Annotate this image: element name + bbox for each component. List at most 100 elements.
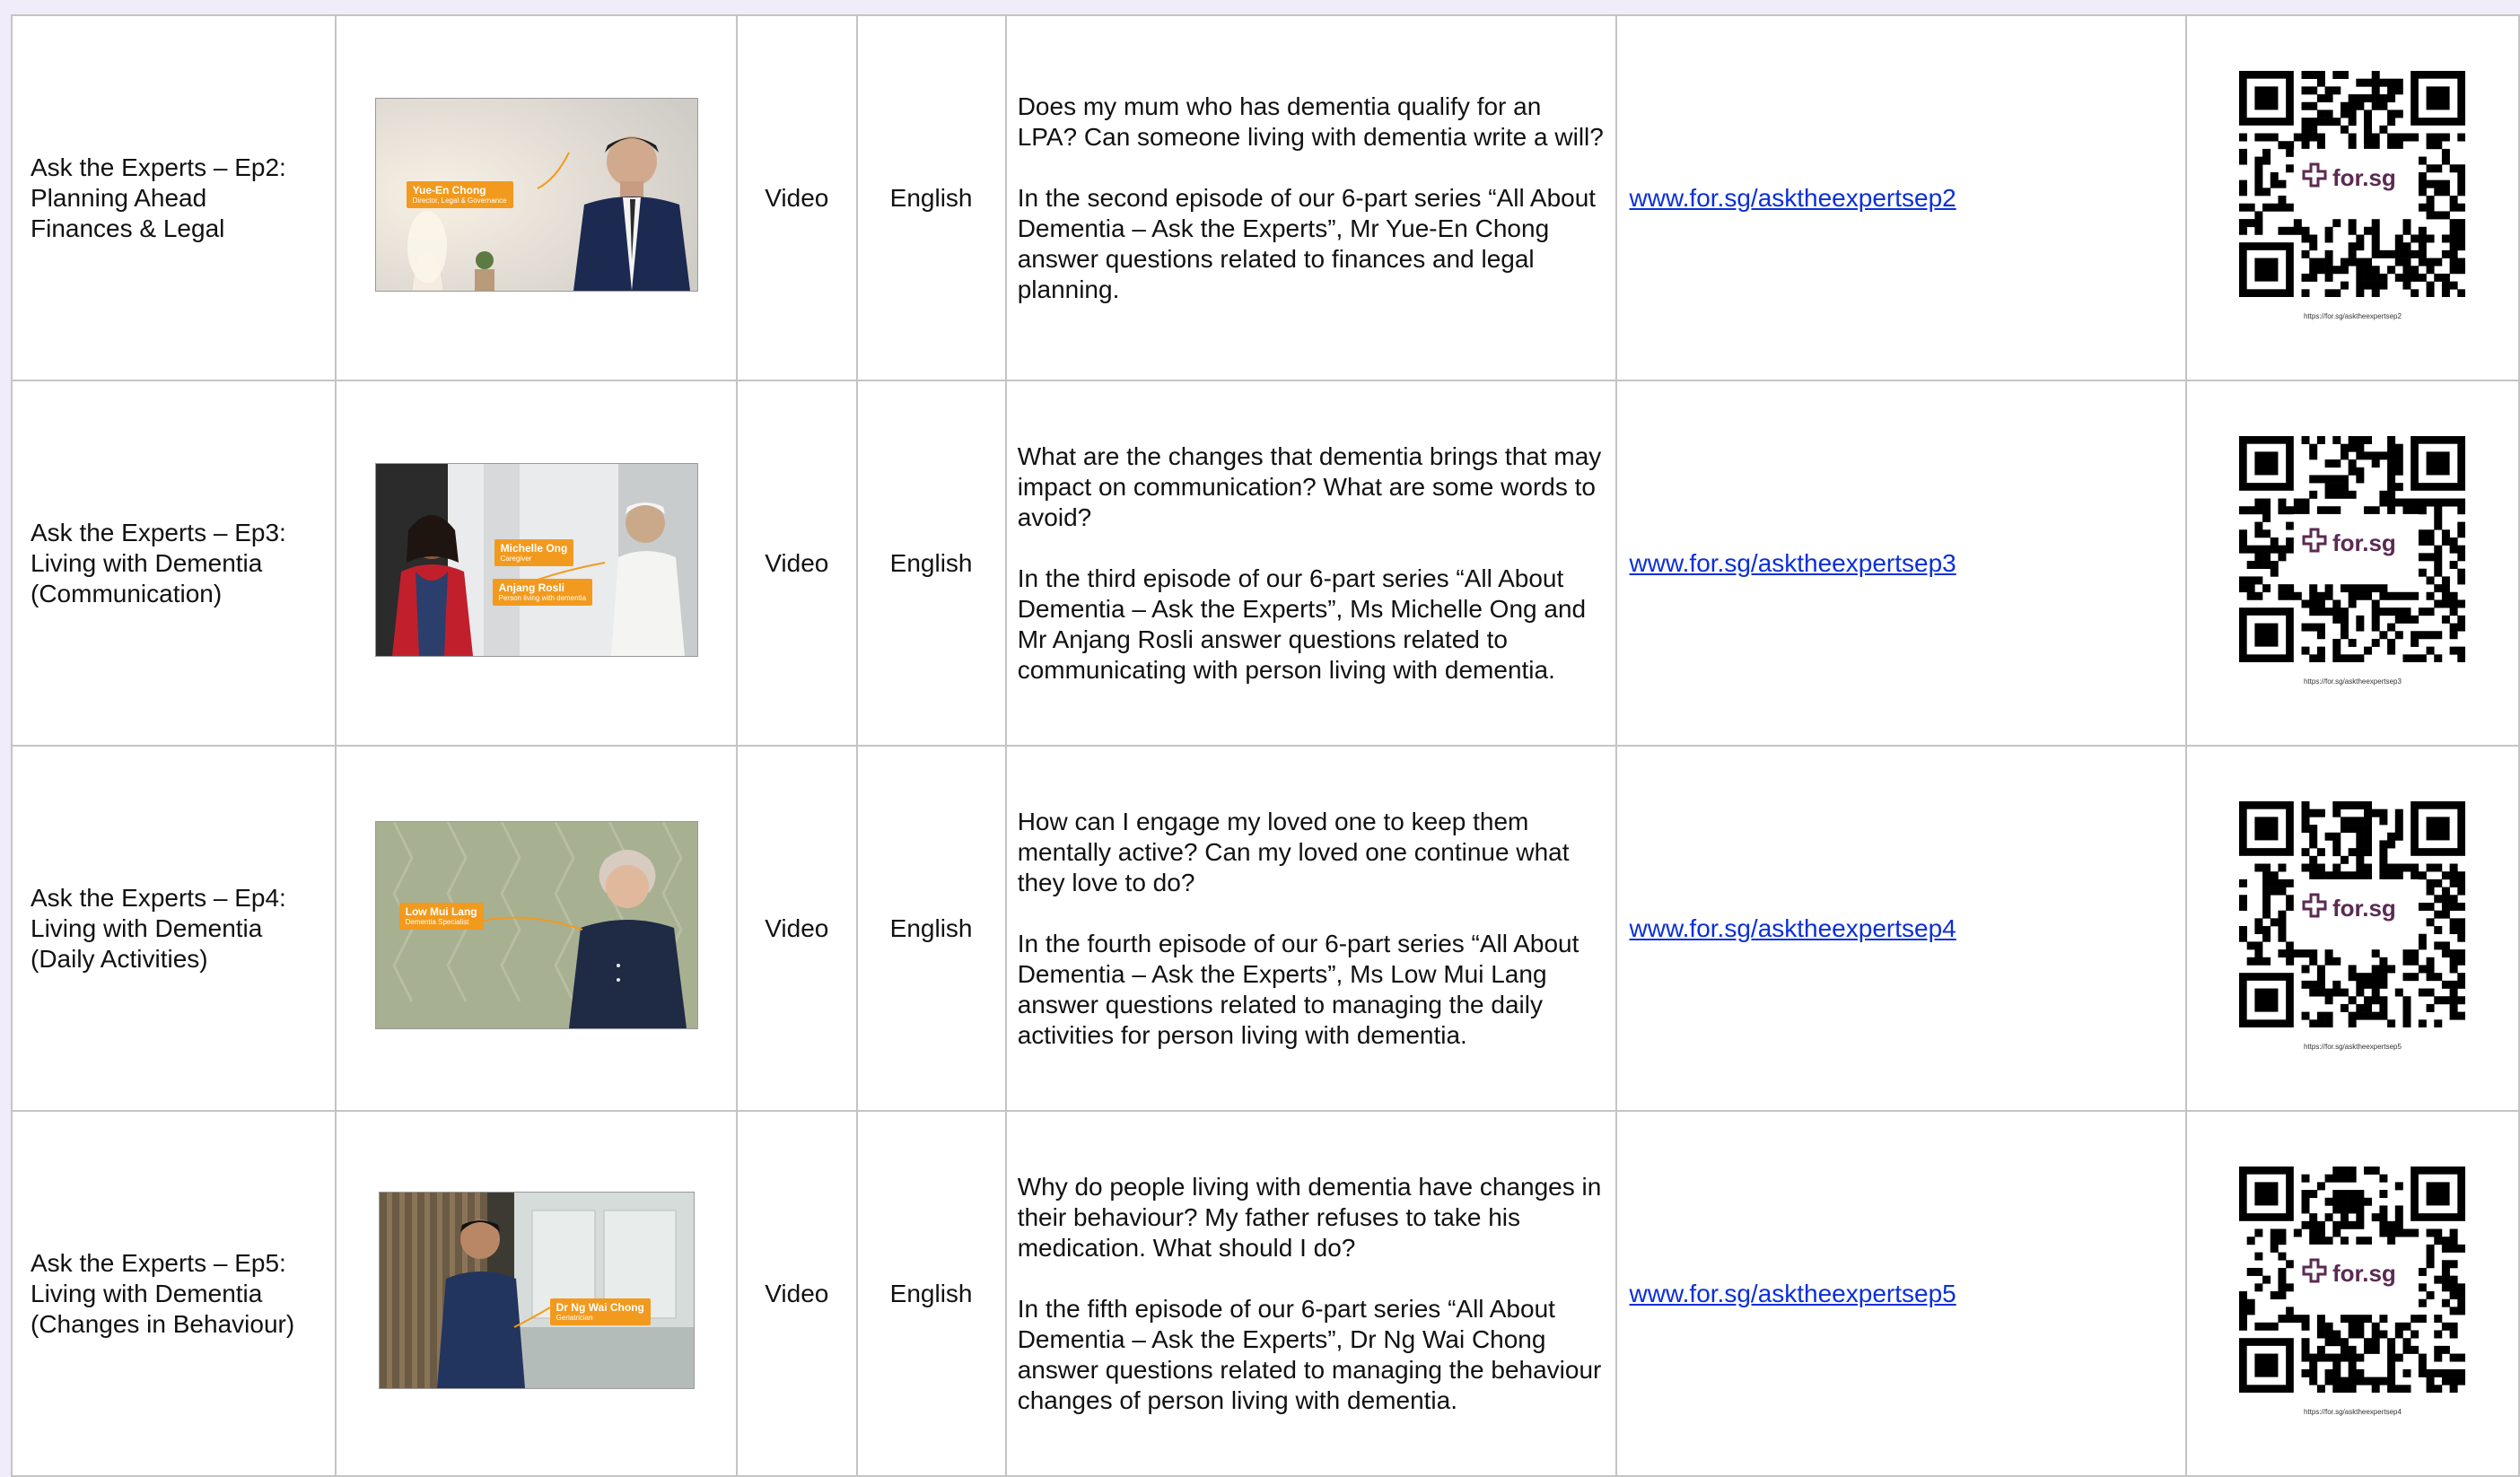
- video-thumbnail[interactable]: Michelle Ong Caregiver Anjang Rosli Pers…: [374, 462, 698, 657]
- qr-module: [2254, 575, 2263, 584]
- summary-text: In the third episode of our 6-part serie…: [1017, 564, 1587, 684]
- qr-module: [2278, 195, 2287, 204]
- qr-module: [2457, 521, 2466, 530]
- qr-module: [2349, 1329, 2358, 1338]
- language-cell: English: [855, 1110, 1007, 1477]
- qr-module: [2387, 832, 2396, 841]
- qr-module: [2317, 1345, 2326, 1354]
- qr-module: [2309, 1018, 2318, 1027]
- qr-module: [2419, 498, 2428, 507]
- qr-module: [2325, 459, 2334, 468]
- qr-module: [2341, 583, 2349, 592]
- language-cell: English: [855, 14, 1007, 381]
- qr-module: [2356, 972, 2365, 981]
- qr-module: [2317, 1329, 2326, 1338]
- qr-module: [2457, 241, 2466, 250]
- episode-link[interactable]: www.for.sg/asktheexpertsep4: [1630, 914, 1956, 942]
- qr-module: [2427, 210, 2435, 219]
- episode-link[interactable]: www.for.sg/asktheexpertsep3: [1630, 549, 1956, 577]
- qr-module: [2427, 1259, 2435, 1268]
- qr-module: [2247, 545, 2256, 554]
- qr-module: [2364, 1166, 2373, 1175]
- qr-module: [2262, 529, 2271, 537]
- qr-module: [2309, 980, 2318, 989]
- episode-link[interactable]: www.for.sg/asktheexpertsep5: [1630, 1280, 1956, 1307]
- qr-module: [2434, 163, 2443, 172]
- qr-module: [2427, 646, 2435, 655]
- video-thumbnail[interactable]: Low Mui Lang Dementia Specialist: [374, 820, 698, 1029]
- qr-module: [2419, 940, 2428, 949]
- qr-module: [2301, 1174, 2310, 1183]
- qr-caption: https://for.sg/asktheexpertsep5: [2303, 1042, 2402, 1051]
- qr-module: [2356, 1314, 2365, 1323]
- qr-code: for.sg: [2239, 800, 2466, 1027]
- qr-module: [2254, 552, 2263, 561]
- qr-module: [2434, 630, 2443, 639]
- qr-module: [2457, 1368, 2466, 1377]
- qr-module: [2387, 607, 2396, 616]
- qr-module: [2411, 505, 2419, 514]
- qr-module: [2301, 599, 2310, 607]
- qr-module: [2294, 1228, 2303, 1237]
- qr-module: [2309, 855, 2318, 864]
- qr-module: [2332, 288, 2341, 297]
- qr-module: [2434, 1368, 2443, 1377]
- qr-module: [2254, 948, 2263, 957]
- qr-module: [2247, 1306, 2256, 1315]
- qr-module: [2434, 1228, 2443, 1237]
- qr-module: [2254, 863, 2263, 872]
- qr-module: [2364, 839, 2373, 848]
- qr-module: [2239, 179, 2248, 188]
- title-line: Living with Dementia: [31, 548, 263, 577]
- qr-module: [2379, 808, 2388, 817]
- qr-module: [2364, 863, 2373, 872]
- qr-module: [2247, 583, 2256, 592]
- qr-module: [2301, 101, 2310, 110]
- qr-module: [2325, 505, 2334, 514]
- qr-module: [2278, 505, 2287, 514]
- qr-module: [2332, 1174, 2341, 1183]
- qr-module: [2301, 233, 2310, 242]
- qr-module: [2434, 560, 2443, 569]
- video-thumbnail[interactable]: Yue-En Chong Director, Legal & Governanc…: [374, 97, 698, 292]
- qr-module: [2419, 249, 2428, 258]
- qr-module: [2356, 1189, 2365, 1198]
- qr-module: [2457, 133, 2466, 142]
- qr-module: [2247, 505, 2256, 514]
- qr-module: [2395, 467, 2404, 476]
- qr-module: [2419, 1353, 2428, 1362]
- qr-module: [2239, 894, 2248, 903]
- qr-module: [2379, 847, 2388, 856]
- qr-module: [2309, 948, 2318, 957]
- qr-module: [2325, 1376, 2334, 1385]
- title-line: Ask the Experts – Ep4:: [31, 883, 286, 912]
- qr-module: [2309, 1376, 2318, 1385]
- qr-module: [2402, 133, 2411, 142]
- qr-module: [2372, 241, 2381, 250]
- qr-module: [2379, 1003, 2388, 1012]
- qr-module: [2271, 203, 2279, 212]
- qr-module: [2349, 1174, 2358, 1183]
- qr-module: [2372, 988, 2381, 997]
- qr-module: [2271, 179, 2279, 188]
- qr-module: [2356, 847, 2365, 856]
- qr-module: [2379, 281, 2388, 290]
- qr-module: [2286, 226, 2295, 235]
- qr-code: for.sg: [2239, 435, 2466, 662]
- qr-module: [2271, 887, 2279, 896]
- qr-module: [2317, 972, 2326, 981]
- episode-link[interactable]: www.for.sg/asktheexpertsep2: [1630, 184, 1956, 212]
- qr-module: [2450, 957, 2459, 966]
- qr-module: [2402, 1322, 2411, 1331]
- qr-module: [2379, 1314, 2388, 1323]
- qr-module: [2442, 1282, 2451, 1291]
- type-cell: Video: [736, 1110, 858, 1477]
- qr-module: [2434, 140, 2443, 149]
- qr-module: [2395, 85, 2404, 94]
- video-thumbnail[interactable]: Dr Ng Wai Chong Geriatrician: [378, 1191, 695, 1389]
- qr-module: [2278, 878, 2287, 887]
- qr-module: [2457, 1011, 2466, 1020]
- qr-module: [2372, 607, 2381, 616]
- name-tag-role: Geriatrician: [556, 1313, 593, 1322]
- qr-module: [2309, 583, 2318, 592]
